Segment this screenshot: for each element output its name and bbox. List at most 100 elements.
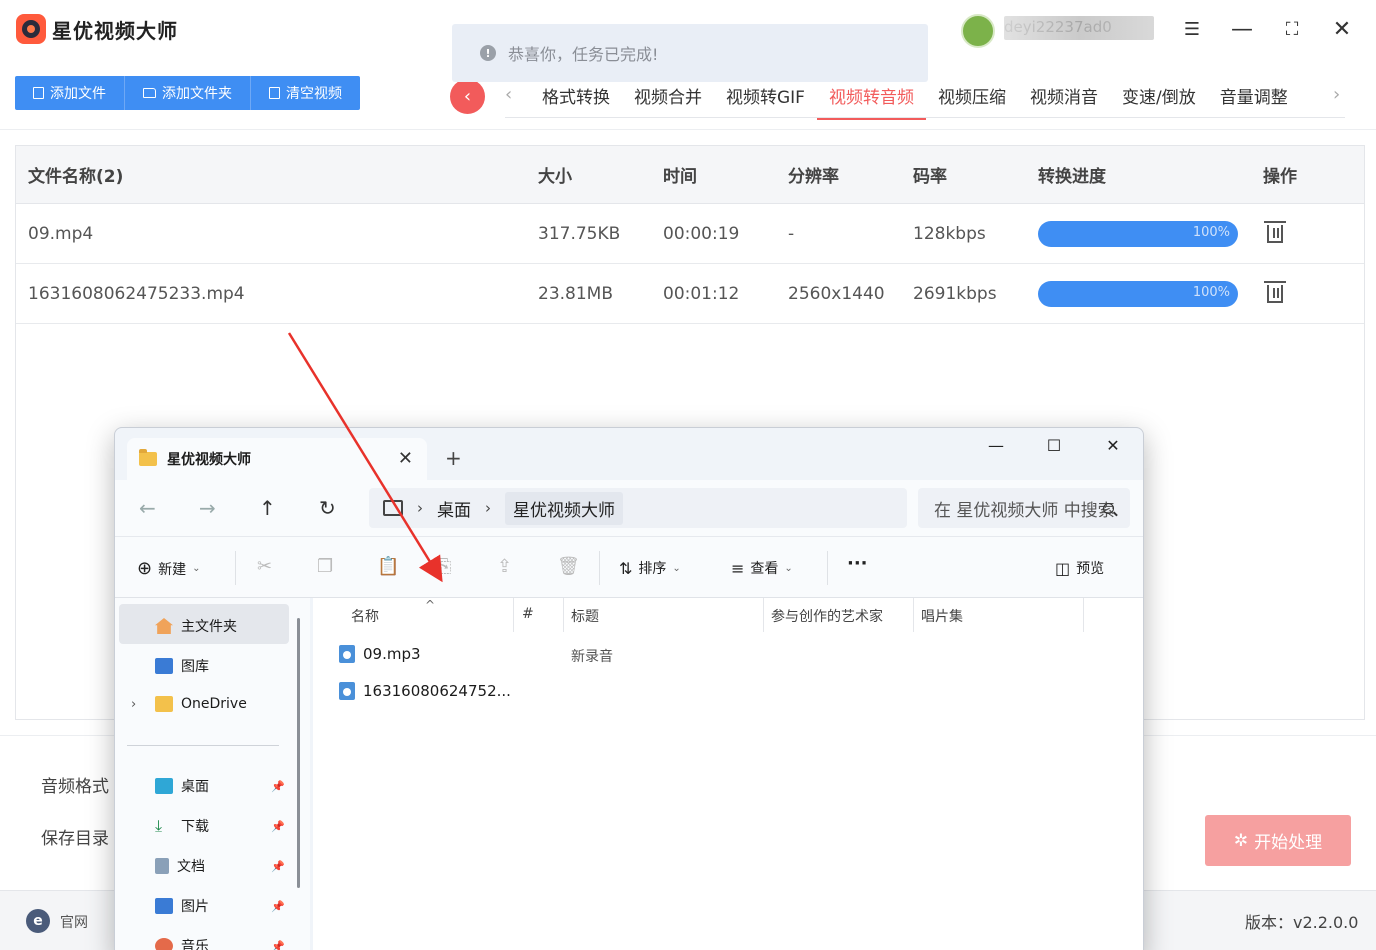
sidebar-item-home[interactable]: 主文件夹 <box>155 616 237 636</box>
close-icon[interactable]: ✕ <box>1329 16 1355 42</box>
tab-video-to-gif[interactable]: 视频转GIF <box>714 80 817 120</box>
tab-format-convert[interactable]: 格式转换 <box>530 80 622 120</box>
tabs-divider <box>505 117 1345 118</box>
column-divider[interactable] <box>513 598 514 632</box>
add-folder-button[interactable]: 添加文件夹 <box>125 76 251 110</box>
view-list-icon: ≡ <box>731 558 745 578</box>
column-header-album[interactable]: 唱片集 <box>921 606 963 626</box>
settings-sliders-icon[interactable]: ☰ <box>1179 16 1205 42</box>
column-header-name[interactable]: 名称 <box>351 606 379 626</box>
sort-button[interactable]: ⇅ 排序 ⌄ <box>619 558 681 578</box>
file-size: 317.75KB <box>538 223 621 244</box>
breadcrumb-desktop[interactable]: 桌面 <box>437 496 471 521</box>
pin-icon[interactable]: 📌 <box>271 780 285 793</box>
sidebar-item-label: OneDrive <box>181 696 247 712</box>
pin-icon[interactable]: 📌 <box>271 820 285 833</box>
audio-file-icon <box>339 645 355 663</box>
pin-icon[interactable]: 📌 <box>271 860 285 873</box>
maximize-icon[interactable]: ☐ <box>1039 436 1069 455</box>
up-arrow-icon[interactable]: ↑ <box>259 496 276 520</box>
tab-speed-reverse[interactable]: 变速/倒放 <box>1110 80 1208 120</box>
share-icon[interactable]: ⇪ <box>497 556 512 577</box>
back-arrow-icon[interactable]: ← <box>139 496 156 520</box>
chevron-left-icon: ‹ <box>463 86 472 107</box>
column-header-artist[interactable]: 参与创作的艺术家 <box>771 606 883 626</box>
chevron-right-icon: › <box>485 499 491 517</box>
column-divider[interactable] <box>763 598 764 632</box>
view-button[interactable]: ≡ 查看 ⌄ <box>731 558 793 578</box>
start-process-button[interactable]: ✲ 开始处理 <box>1205 815 1351 866</box>
pin-icon[interactable]: 📌 <box>271 900 285 913</box>
chevron-down-icon: ⌄ <box>672 562 681 574</box>
audio-format-label: 音频格式 <box>41 777 109 797</box>
start-process-label: 开始处理 <box>1254 833 1323 853</box>
minimize-icon[interactable]: — <box>981 436 1011 455</box>
sidebar-item-gallery[interactable]: 图库 <box>155 656 209 676</box>
tabs-prev-button[interactable]: ‹ <box>450 79 485 114</box>
tab-volume-adjust[interactable]: 音量调整 <box>1208 80 1300 120</box>
column-header-number[interactable]: # <box>522 606 534 622</box>
table-row[interactable]: 1631608062475233.mp4 23.81MB 00:01:12 25… <box>16 264 1364 324</box>
home-icon <box>155 618 173 634</box>
minimize-icon[interactable]: — <box>1229 16 1255 42</box>
column-divider[interactable] <box>913 598 914 632</box>
column-divider[interactable] <box>563 598 564 632</box>
column-divider[interactable] <box>1083 598 1084 632</box>
preview-button[interactable]: ◫ 预览 <box>1055 558 1104 578</box>
delete-icon[interactable] <box>1264 220 1286 243</box>
new-label: 新建 <box>158 561 187 578</box>
close-icon[interactable]: ✕ <box>1098 436 1128 455</box>
sidebar-item-documents[interactable]: 文档 <box>155 856 205 876</box>
official-site-link[interactable]: 官网 <box>60 912 88 932</box>
progress-bar: 100% <box>1038 220 1238 247</box>
tab-video-mute[interactable]: 视频消音 <box>1018 80 1110 120</box>
sort-caret-icon: ^ <box>425 598 436 612</box>
cut-icon[interactable]: ✂ <box>257 556 272 577</box>
search-icon[interactable] <box>1103 503 1114 514</box>
pin-icon[interactable]: 📌 <box>271 940 285 950</box>
list-item[interactable]: 09.mp3 <box>339 645 421 663</box>
tab-video-to-audio[interactable]: 视频转音频 <box>816 80 926 120</box>
sidebar-item-music[interactable]: 音乐 <box>155 936 209 950</box>
file-name: 09.mp3 <box>363 645 421 663</box>
tabs-scroll-right-icon[interactable]: › <box>1333 84 1340 105</box>
list-item[interactable]: 16316080624752... <box>339 682 511 700</box>
more-options-icon[interactable]: ··· <box>847 553 868 574</box>
forward-arrow-icon[interactable]: → <box>199 496 216 520</box>
paste-icon[interactable]: 📋 <box>377 556 399 577</box>
header-progress: 转换进度 <box>1038 167 1106 187</box>
fullscreen-icon[interactable]: ⛶ <box>1279 16 1305 42</box>
browser-e-icon[interactable]: e <box>26 909 50 933</box>
add-file-button[interactable]: 添加文件 <box>15 76 125 110</box>
tab-video-compress[interactable]: 视频压缩 <box>926 80 1018 120</box>
copy-icon[interactable]: ❐ <box>317 556 333 577</box>
delete-icon[interactable] <box>1264 280 1286 303</box>
address-bar[interactable]: › 桌面 › 星优视频大师 <box>369 488 907 528</box>
sidebar-item-pictures[interactable]: 图片 <box>155 896 209 916</box>
file-duration: 00:01:12 <box>663 283 740 304</box>
clear-videos-button[interactable]: 清空视频 <box>251 76 360 110</box>
tab-video-merge[interactable]: 视频合并 <box>622 80 714 120</box>
tabs-scroll-left-icon[interactable]: ‹ <box>505 84 512 105</box>
column-header-title[interactable]: 标题 <box>571 606 599 626</box>
new-tab-icon[interactable]: + <box>445 446 462 470</box>
search-input[interactable]: 在 星优视频大师 中搜索 <box>918 488 1130 528</box>
breadcrumb-current-folder[interactable]: 星优视频大师 <box>505 491 623 525</box>
delete-icon[interactable]: 🗑 <box>557 556 580 577</box>
header-actions: 操作 <box>1263 167 1297 187</box>
new-button[interactable]: ⊕ 新建 ⌄ <box>137 558 200 579</box>
table-row[interactable]: 09.mp4 317.75KB 00:00:19 - 128kbps 100% <box>16 204 1364 264</box>
rename-icon[interactable]: ⎘ <box>437 556 451 577</box>
close-tab-icon[interactable]: ✕ <box>398 448 413 469</box>
sidebar-item-downloads[interactable]: ⤓ 下载 <box>155 816 209 836</box>
progress-bar: 100% <box>1038 280 1238 307</box>
header-size: 大小 <box>538 167 572 187</box>
explorer-tab[interactable]: 星优视频大师 ✕ <box>127 438 427 480</box>
sidebar-item-onedrive[interactable]: › OneDrive <box>131 696 247 712</box>
sidebar-item-desktop[interactable]: 桌面 <box>155 776 209 796</box>
refresh-icon[interactable]: ↻ <box>319 496 336 520</box>
scrollbar[interactable] <box>297 618 300 888</box>
avatar[interactable] <box>961 14 995 48</box>
file-name: 16316080624752... <box>363 682 511 700</box>
trash-icon <box>269 87 280 99</box>
